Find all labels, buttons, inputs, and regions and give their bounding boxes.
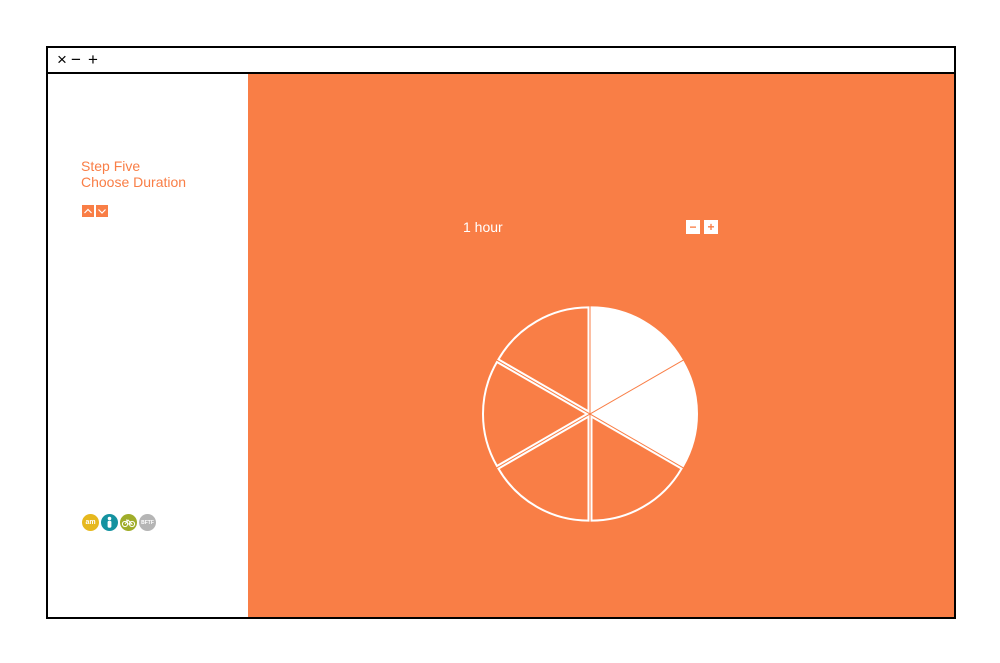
step-number: Step Five — [81, 158, 141, 174]
step-nav — [82, 205, 108, 217]
previous-step-button[interactable] — [82, 205, 94, 217]
title-bar: × − + — [48, 48, 954, 74]
minimize-icon[interactable]: − — [71, 50, 81, 70]
chevron-up-icon — [84, 208, 92, 214]
partner-logos: am BFTF — [82, 514, 156, 531]
app-window: × − + Step Five Choose Duration am BFTF … — [46, 46, 956, 619]
close-icon[interactable]: × — [57, 50, 67, 70]
bftf-logo: BFTF — [139, 514, 156, 531]
maximize-icon[interactable]: + — [88, 50, 98, 70]
increase-duration-button[interactable]: + — [704, 220, 718, 234]
chevron-down-icon — [98, 209, 106, 214]
pie-segment[interactable] — [497, 414, 590, 522]
step-title: Step Five Choose Duration — [81, 158, 186, 190]
person-icon — [101, 514, 118, 531]
next-step-button[interactable] — [96, 205, 108, 217]
sidebar: Step Five Choose Duration am BFTF — [48, 74, 248, 617]
bicycle-icon — [120, 514, 137, 531]
main-panel: 1 hour − + — [248, 74, 954, 617]
pie-segment[interactable] — [482, 360, 589, 468]
duration-label: 1 hour — [463, 219, 503, 235]
pie-segment[interactable] — [497, 306, 590, 414]
decrease-duration-button[interactable]: − — [686, 220, 700, 234]
step-description: Choose Duration — [81, 174, 187, 190]
am-logo: am — [82, 514, 99, 531]
duration-pie[interactable] — [480, 304, 700, 524]
